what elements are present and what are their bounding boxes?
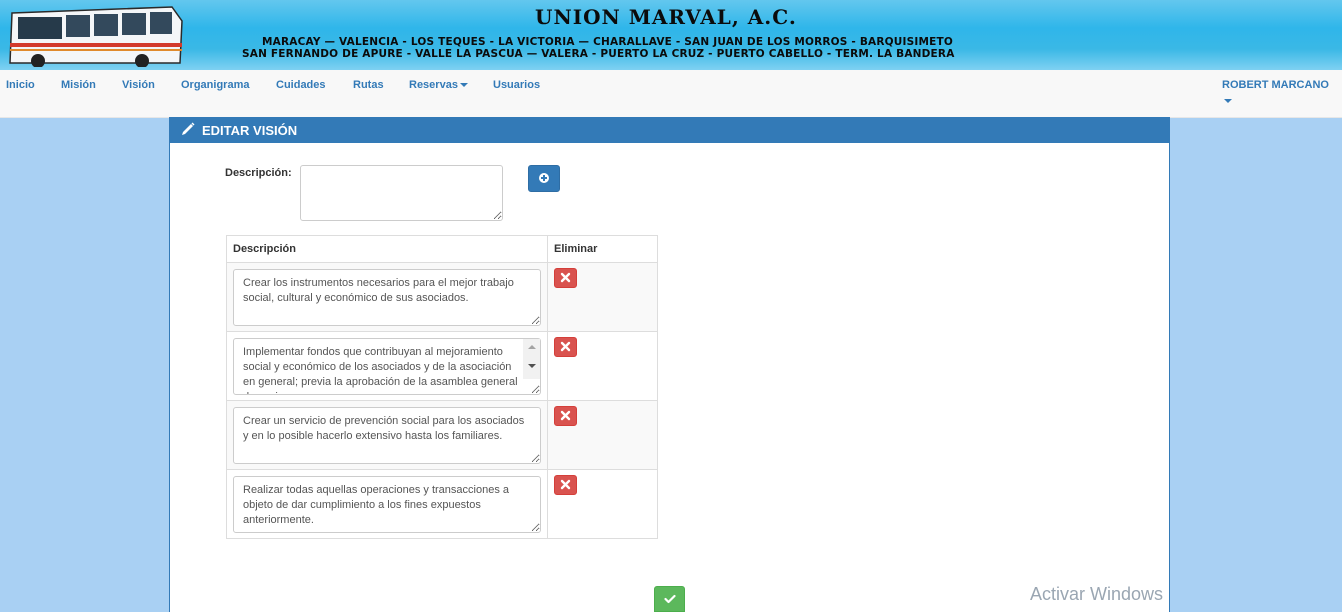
delete-cell xyxy=(547,400,658,470)
caret-down-icon xyxy=(1224,99,1232,103)
panel-heading: EDITAR VISIÓN xyxy=(170,117,1169,143)
edit-vision-panel: EDITAR VISIÓN Descripción: Descripción E… xyxy=(169,117,1170,612)
checkmark-icon xyxy=(664,594,676,604)
user-name: ROBERT MARCANO xyxy=(1222,79,1329,91)
nav-usuarios[interactable]: Usuarios xyxy=(493,79,540,91)
delete-button[interactable] xyxy=(554,268,577,288)
caret-down-icon xyxy=(459,83,468,88)
nav-cuidades[interactable]: Cuidades xyxy=(276,79,326,91)
windows-activation-watermark: Activar Windows xyxy=(1030,584,1164,604)
close-icon xyxy=(560,341,571,352)
table-header-row: Descripción Eliminar xyxy=(226,235,658,263)
plus-circle-icon xyxy=(539,173,549,183)
nav-inicio[interactable]: Inicio xyxy=(6,79,35,91)
header-banner: UNION MARVAL, A.C. MARACAY — VALENCIA - … xyxy=(0,0,1342,70)
table-row: Implementar fondos que contribuyan al me… xyxy=(226,331,658,401)
routes-line-1: MARACAY — VALENCIA - LOS TEQUES - LA VIC… xyxy=(262,36,953,48)
delete-cell xyxy=(547,469,658,539)
description-label: Descripción: xyxy=(225,167,292,179)
navbar: Inicio Misión Visión Organigrama Cuidade… xyxy=(0,70,1342,118)
delete-button[interactable] xyxy=(554,337,577,357)
table-row: Crear los instrumentos necesarios para e… xyxy=(226,262,658,332)
pencil-icon xyxy=(182,122,195,135)
nav-reservas-label: Reservas xyxy=(409,79,458,91)
column-header-eliminar: Eliminar xyxy=(547,235,658,263)
description-cell: Realizar todas aquellas operaciones y tr… xyxy=(226,469,548,539)
row-description-textarea[interactable]: Crear los instrumentos necesarios para e… xyxy=(233,269,541,326)
bus-logo-image xyxy=(9,6,183,67)
nav-vision[interactable]: Visión xyxy=(122,79,155,91)
save-button[interactable] xyxy=(654,586,685,612)
delete-button[interactable] xyxy=(554,406,577,426)
column-header-descripcion: Descripción xyxy=(226,235,548,263)
panel-title: EDITAR VISIÓN xyxy=(202,123,298,138)
scroll-down-arrow-icon[interactable] xyxy=(528,364,536,368)
vision-table: Descripción Eliminar Crear los instrumen… xyxy=(226,235,658,539)
close-icon xyxy=(560,272,571,283)
close-icon xyxy=(560,410,571,421)
row-description-textarea[interactable]: Realizar todas aquellas operaciones y tr… xyxy=(233,476,541,533)
add-button[interactable] xyxy=(528,165,560,192)
nav-mision[interactable]: Misión xyxy=(61,79,96,91)
user-menu-dropdown[interactable]: ROBERT MARCANO xyxy=(1222,79,1329,103)
description-cell: Implementar fondos que contribuyan al me… xyxy=(226,331,548,401)
nav-reservas-dropdown[interactable]: Reservas xyxy=(409,79,468,91)
table-row: Crear un servicio de prevención social p… xyxy=(226,400,658,470)
nav-organigrama[interactable]: Organigrama xyxy=(181,79,249,91)
scroll-up-arrow-icon[interactable] xyxy=(528,345,536,349)
delete-button[interactable] xyxy=(554,475,577,495)
delete-cell xyxy=(547,262,658,332)
textarea-scrollbar[interactable] xyxy=(523,339,540,379)
row-description-textarea[interactable]: Implementar fondos que contribuyan al me… xyxy=(233,338,541,395)
routes-line-2: SAN FERNANDO DE APURE - VALLE LA PASCUA … xyxy=(242,48,955,60)
description-cell: Crear los instrumentos necesarios para e… xyxy=(226,262,548,332)
description-input[interactable] xyxy=(300,165,503,221)
nav-rutas[interactable]: Rutas xyxy=(353,79,384,91)
company-title: UNION MARVAL, A.C. xyxy=(535,5,797,29)
row-description-textarea[interactable]: Crear un servicio de prevención social p… xyxy=(233,407,541,464)
table-row: Realizar todas aquellas operaciones y tr… xyxy=(226,469,658,539)
delete-cell xyxy=(547,331,658,401)
description-cell: Crear un servicio de prevención social p… xyxy=(226,400,548,470)
close-icon xyxy=(560,479,571,490)
row-description-wrapper: Implementar fondos que contribuyan al me… xyxy=(233,338,541,395)
